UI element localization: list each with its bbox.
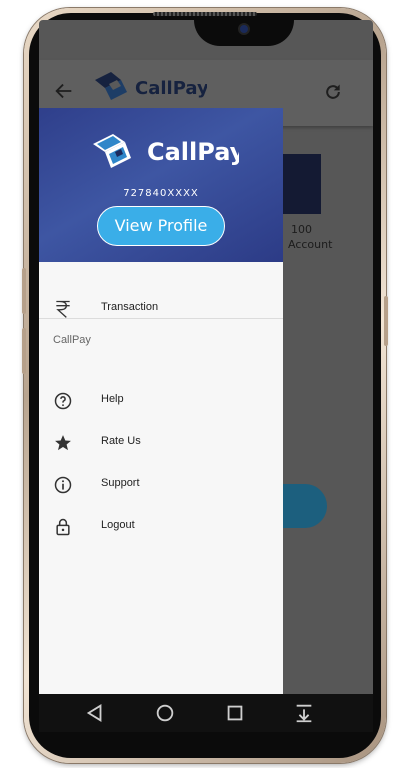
menu-item-label: Logout [101, 519, 135, 531]
logo-text: CallPay [135, 78, 207, 99]
volume-button [22, 268, 26, 314]
menu-item-rate-us[interactable]: Rate Us [39, 423, 283, 463]
menu-item-label: Help [101, 393, 124, 405]
background-account-label: Account [288, 238, 333, 251]
recents-square-icon[interactable] [224, 702, 246, 724]
menu-item-support[interactable]: Support [39, 465, 283, 505]
svg-text:CallPay: CallPay [147, 138, 239, 166]
screen: CallPay 100 Account CallPay 727840XXXX V… [39, 20, 373, 732]
system-navigation-bar [39, 694, 373, 732]
navigation-drawer: CallPay 727840XXXX View Profile Transact… [39, 108, 283, 732]
lock-icon [56, 518, 70, 536]
camera-icon [238, 23, 250, 35]
background-amount: 100 [291, 223, 312, 236]
back-triangle-icon[interactable] [84, 702, 106, 724]
background-card [279, 154, 321, 214]
camera-notch [194, 20, 294, 46]
menu-item-label: Support [101, 477, 140, 489]
back-arrow-icon[interactable] [53, 80, 75, 102]
speaker-grille [153, 12, 257, 16]
menu-item-help[interactable]: Help [39, 381, 283, 421]
star-icon [55, 435, 71, 451]
info-icon [54, 476, 72, 494]
menu-item-label: Rate Us [101, 435, 141, 447]
phone-number: 727840XXXX [123, 188, 199, 199]
section-title: CallPay [53, 334, 91, 346]
drawer-header: CallPay 727840XXXX View Profile [39, 108, 283, 262]
app-logo: CallPay [95, 72, 207, 100]
callpay-logo: CallPay [93, 134, 239, 168]
menu-item-label: Transaction [101, 301, 159, 313]
menu-item-logout[interactable]: Logout [39, 507, 283, 547]
drawer-divider [39, 318, 283, 319]
power-button [384, 296, 388, 346]
help-circle-icon [54, 392, 72, 410]
refresh-icon[interactable] [323, 82, 343, 102]
rupee-icon [56, 300, 70, 318]
menu-item-transaction[interactable]: Transaction [39, 289, 283, 329]
view-profile-button[interactable]: View Profile [97, 206, 225, 246]
notification-pull-down-icon[interactable] [293, 702, 315, 724]
volume-button [22, 328, 26, 374]
home-circle-icon[interactable] [154, 702, 176, 724]
